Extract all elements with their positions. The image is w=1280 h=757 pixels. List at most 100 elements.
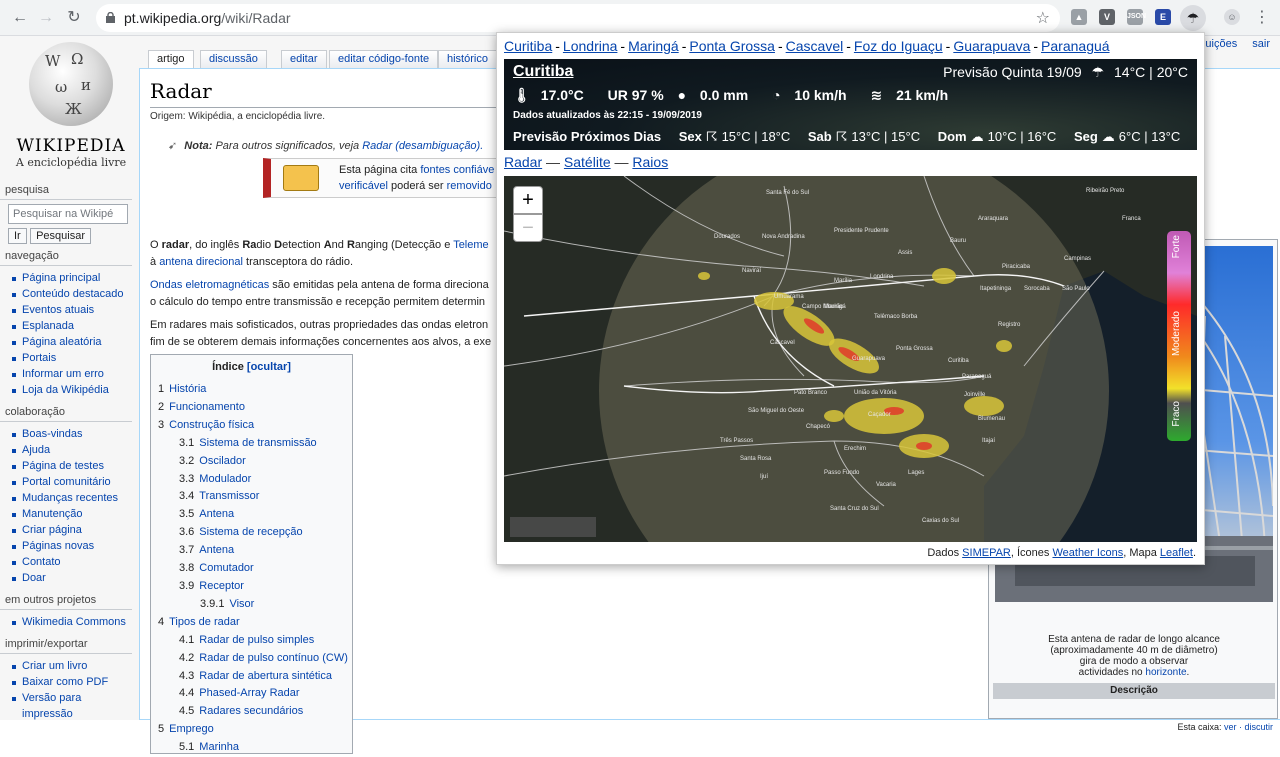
menu-kebab-icon[interactable]: ⋮ — [1250, 6, 1274, 30]
personal-link-contribuicoes[interactable]: uições — [1205, 38, 1237, 50]
sidebar-item[interactable]: Conteúdo destacado — [10, 286, 138, 302]
city-link[interactable]: Foz do Iguaçu — [854, 38, 943, 54]
sidebar-item[interactable]: Informar um erro — [10, 366, 138, 382]
tab-discussao[interactable]: discussão — [200, 50, 267, 68]
toc-item[interactable]: 3.5 Antena — [158, 506, 345, 524]
toc-item[interactable]: 3.4 Transmissor — [158, 488, 345, 506]
sidebar-item[interactable]: Contato — [10, 554, 138, 570]
sidebar-item[interactable]: Loja da Wikipédia — [10, 382, 138, 398]
view-link-raios[interactable]: Raios — [632, 154, 668, 170]
infobox-view-edit-link[interactable]: ver · discutir — [1224, 722, 1273, 732]
tab-editar[interactable]: editar — [281, 50, 327, 68]
sidebar-item[interactable]: Portal comunitário — [10, 474, 138, 490]
weather-city-title[interactable]: Curitiba — [513, 63, 573, 81]
leaflet-link[interactable]: Leaflet — [1160, 547, 1193, 559]
toc-item[interactable]: 2 Funcionamento — [158, 399, 345, 417]
city-link[interactable]: Guarapuava — [953, 38, 1030, 54]
reload-icon[interactable]: ↻ — [62, 6, 86, 30]
sidebar-item[interactable]: Doar — [10, 570, 138, 586]
city-link[interactable]: Paranaguá — [1041, 38, 1110, 54]
toc-item[interactable]: 5.1 Marinha — [158, 739, 345, 757]
city-link[interactable]: Maringá — [628, 38, 679, 54]
sidebar-item[interactable]: Página aleatória — [10, 334, 138, 350]
simepar-link[interactable]: SIMEPAR — [962, 547, 1011, 559]
verifiable-link[interactable]: verificável — [339, 180, 388, 192]
weather-icons-link[interactable]: Weather Icons — [1052, 547, 1123, 559]
extension-drive-icon[interactable]: ▲ — [1071, 9, 1087, 25]
city-link[interactable]: Cascavel — [786, 38, 844, 54]
toc-item[interactable]: 3.6 Sistema de recepção — [158, 524, 345, 542]
tab-artigo[interactable]: artigo — [148, 50, 194, 68]
sidebar-item[interactable]: Boas-vindas — [10, 426, 138, 442]
toc-item[interactable]: 4.4 Phased-Array Radar — [158, 685, 345, 703]
disambiguation-link[interactable]: Radar (desambiguação). — [362, 140, 483, 152]
toc-item[interactable]: 5 Emprego — [158, 721, 345, 739]
toc-item[interactable]: 4 Tipos de radar — [158, 614, 345, 632]
toc-item[interactable]: 3.8 Comutador — [158, 560, 345, 578]
sidebar-item[interactable]: Mudanças recentes — [10, 490, 138, 506]
profile-avatar-icon[interactable]: ☺ — [1224, 9, 1240, 25]
search-heading: pesquisa — [0, 184, 132, 200]
bookmark-star-icon[interactable]: ☆ — [1036, 8, 1050, 28]
extension-umbrella-icon[interactable]: ☂ — [1180, 5, 1206, 31]
wikipedia-logo[interactable]: W Ω ω и Ж WIKIPEDIA A enciclopédia livre — [6, 42, 136, 176]
personal-link-sair[interactable]: sair — [1252, 38, 1270, 50]
sidebar-item[interactable]: Wikimedia Commons — [10, 614, 138, 630]
city-link[interactable]: Londrina — [563, 38, 618, 54]
sidebar-item[interactable]: Criar um livro — [10, 658, 138, 674]
toc-item[interactable]: 4.5 Radares secundários — [158, 703, 345, 721]
search-button[interactable]: Pesquisar — [30, 228, 91, 244]
sidebar-item[interactable]: Versão para impressão — [10, 690, 138, 722]
directional-antenna-link[interactable]: antena direcional — [159, 256, 243, 268]
toc-item[interactable]: 4.2 Radar de pulso contínuo (CW) — [158, 650, 348, 668]
sidebar-item[interactable]: Portais — [10, 350, 138, 366]
toc-item[interactable]: 3.3 Modulador — [158, 471, 345, 489]
sidebar-item[interactable]: Esplanada — [10, 318, 138, 334]
print-export-heading: imprimir/exportar — [0, 638, 132, 654]
extension-flag-icon[interactable]: E — [1155, 9, 1171, 25]
view-link-radar[interactable]: Radar — [504, 154, 542, 170]
infobox-description-header: Descrição — [993, 683, 1275, 699]
city-link[interactable]: Ponta Grossa — [689, 38, 775, 54]
zoom-out-button[interactable]: − — [513, 214, 543, 242]
toc-item[interactable]: 3.7 Antena — [158, 542, 345, 560]
extension-json-icon[interactable]: JSON — [1127, 9, 1146, 25]
sidebar-item[interactable]: Eventos atuais — [10, 302, 138, 318]
horizon-link[interactable]: horizonte — [1145, 667, 1186, 678]
view-link-satelite[interactable]: Satélite — [564, 154, 611, 170]
sidebar-item[interactable]: Página de testes — [10, 458, 138, 474]
sidebar-item[interactable]: Manutenção — [10, 506, 138, 522]
forward-icon[interactable]: → — [34, 6, 58, 30]
sidebar-item[interactable]: Ajuda — [10, 442, 138, 458]
toc-item[interactable]: 3.9.1 Visor — [158, 596, 345, 614]
toc-item[interactable]: 3.2 Oscilador — [158, 453, 345, 471]
reliable-sources-link[interactable]: fontes confiáve — [420, 164, 494, 176]
radar-map[interactable]: + − Forte Moderado Fraco Ribeirão Preto S… — [504, 176, 1197, 542]
back-icon[interactable]: ← — [8, 6, 32, 30]
city-link[interactable]: Curitiba — [504, 38, 552, 54]
print-export-portal: imprimir/exportar Criar um livro Baixar … — [0, 638, 138, 724]
sidebar-item[interactable]: Baixar como PDF — [10, 674, 138, 690]
toc-item[interactable]: 4.1 Radar de pulso simples — [158, 632, 345, 650]
map-city-label: Franca — [1122, 216, 1141, 222]
toc-item[interactable]: 3.9 Receptor — [158, 578, 345, 596]
tab-historico[interactable]: histórico — [438, 50, 497, 68]
sidebar-item[interactable]: Página principal — [10, 270, 138, 286]
sidebar-item[interactable]: Páginas novas — [10, 538, 138, 554]
toc-toggle[interactable]: [ocultar] — [247, 361, 291, 373]
tab-editar-codigo-fonte[interactable]: editar código-fonte — [329, 50, 439, 68]
extension-v-icon[interactable]: V — [1099, 9, 1115, 25]
search-input[interactable] — [8, 204, 128, 224]
address-bar[interactable]: pt.wikipedia.org/wiki/Radar ☆ — [96, 4, 1060, 32]
toc-item[interactable]: 3.1 Sistema de transmissão — [158, 435, 345, 453]
go-button[interactable]: Ir — [8, 228, 27, 244]
removed-link[interactable]: removido — [447, 180, 492, 192]
sidebar-item[interactable]: Criar página — [10, 522, 138, 538]
toc-item[interactable]: 3 Construção física — [158, 417, 345, 435]
toc-item[interactable]: 4.3 Radar de abertura sintética — [158, 668, 345, 686]
lock-icon — [106, 12, 115, 23]
zoom-in-button[interactable]: + — [513, 186, 543, 214]
telemetry-link[interactable]: Teleme — [453, 239, 488, 251]
toc-item[interactable]: 1 História — [158, 381, 345, 399]
electromagnetic-waves-link[interactable]: Ondas eletromagnéticas — [150, 279, 269, 291]
